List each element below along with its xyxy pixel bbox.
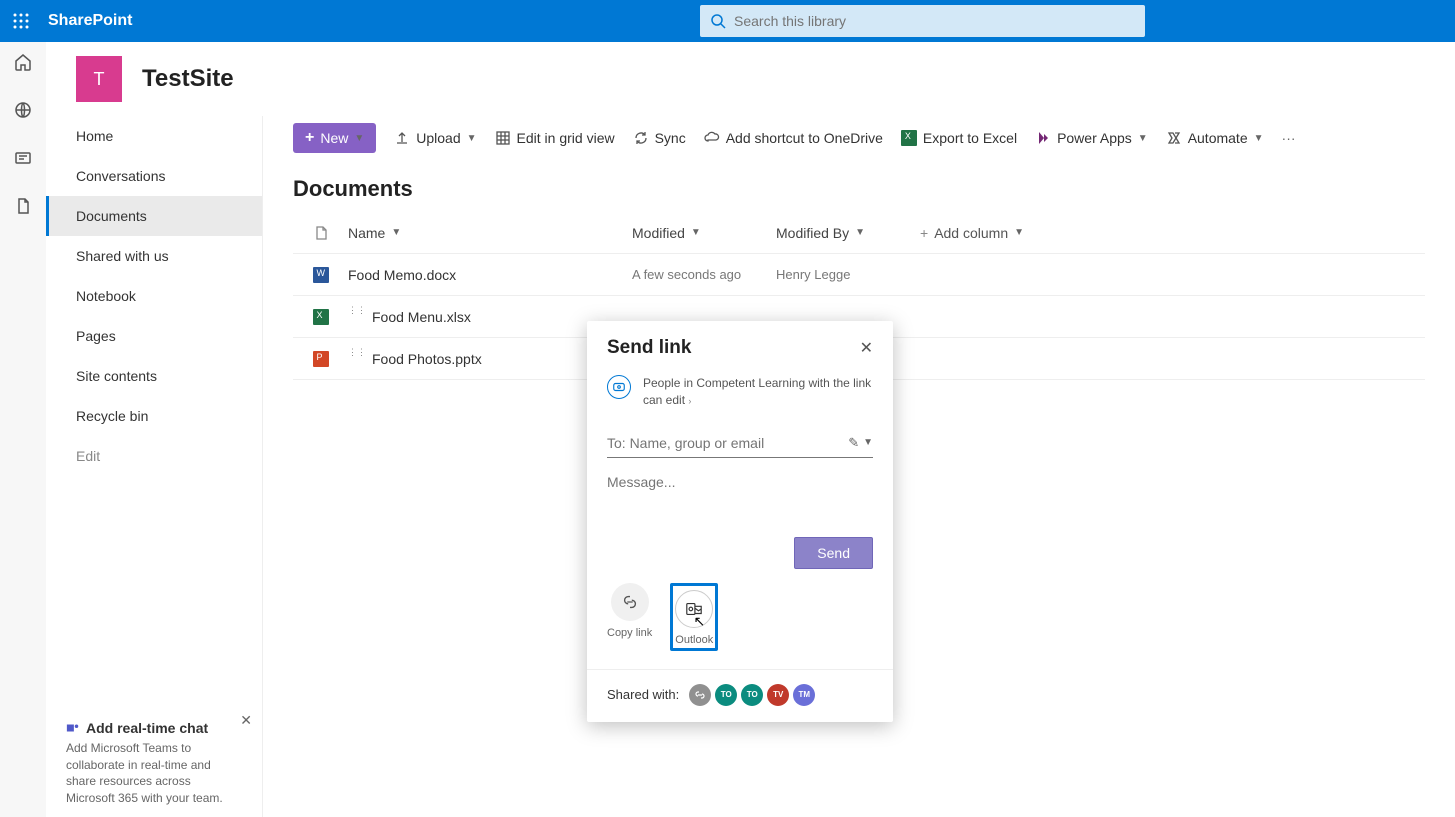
upload-button[interactable]: Upload ▼: [394, 130, 476, 146]
home-icon[interactable]: [13, 52, 33, 72]
onedrive-icon: [704, 130, 720, 146]
col-modifiedby-header[interactable]: Modified By ▼: [776, 225, 920, 241]
avatar[interactable]: TO: [741, 684, 763, 706]
link-icon: [621, 593, 639, 611]
col-name-header[interactable]: Name ▼: [348, 225, 632, 241]
chevron-down-icon: ▼: [391, 227, 401, 238]
chevron-right-icon: ›: [688, 396, 691, 406]
teams-promo: ✕ Add real-time chat Add Microsoft Teams…: [46, 710, 262, 817]
grid-icon: [495, 130, 511, 146]
shared-with-label: Shared with:: [607, 687, 679, 702]
avatar[interactable]: TM: [793, 684, 815, 706]
left-rail: [0, 42, 46, 817]
sidenav-item-recycle[interactable]: Recycle bin: [46, 396, 262, 436]
chevron-down-icon: ▼: [691, 227, 701, 238]
promo-title: Add real-time chat: [86, 720, 208, 736]
send-link-dialog: Send link ✕ People in Competent Learning…: [587, 321, 893, 722]
message-input[interactable]: [607, 474, 873, 524]
upload-icon: [394, 130, 410, 146]
close-icon[interactable]: ✕: [860, 338, 873, 358]
avatar[interactable]: TV: [767, 684, 789, 706]
search-icon: [710, 13, 726, 29]
chevron-down-icon: ▼: [467, 133, 477, 144]
sidenav-item-home[interactable]: Home: [46, 116, 262, 156]
sidenav-item-edit[interactable]: Edit: [46, 436, 262, 476]
dialog-title: Send link: [607, 337, 860, 359]
site-logo[interactable]: T: [76, 56, 122, 102]
sidenav-item-site-contents[interactable]: Site contents: [46, 356, 262, 396]
sidenav-item-conversations[interactable]: Conversations: [46, 156, 262, 196]
chevron-down-icon: ▼: [1138, 133, 1148, 144]
suite-header: SharePoint: [0, 0, 1455, 42]
outlook-button[interactable]: Outlook ↖: [670, 583, 718, 651]
search-input[interactable]: [734, 13, 1135, 29]
teams-icon: [66, 721, 80, 735]
files-icon[interactable]: [13, 196, 33, 216]
promo-body: Add Microsoft Teams to collaborate in re…: [66, 740, 242, 807]
new-label: New: [320, 130, 348, 146]
brand-label[interactable]: SharePoint: [48, 12, 132, 30]
sync-button[interactable]: Sync: [633, 130, 686, 146]
close-icon[interactable]: ✕: [240, 712, 252, 729]
globe-icon[interactable]: [13, 100, 33, 120]
send-button[interactable]: Send: [794, 537, 873, 569]
new-button[interactable]: + New ▼: [293, 123, 376, 153]
export-excel-button[interactable]: Export to Excel: [901, 130, 1017, 146]
sidenav-item-notebook[interactable]: Notebook: [46, 276, 262, 316]
chevron-down-icon[interactable]: ▼: [863, 437, 873, 448]
chevron-down-icon: ▼: [354, 133, 364, 144]
side-nav: Home Conversations Documents Shared with…: [46, 116, 263, 817]
edit-grid-button[interactable]: Edit in grid view: [495, 130, 615, 146]
add-column-button[interactable]: + Add column ▼: [920, 225, 1425, 241]
site-header: T TestSite: [46, 42, 1455, 116]
cursor-icon: ↖: [694, 613, 706, 630]
chevron-down-icon: ▼: [1254, 133, 1264, 144]
sidenav-item-pages[interactable]: Pages: [46, 316, 262, 356]
excel-icon: [901, 130, 917, 146]
power-apps-button[interactable]: Power Apps ▼: [1035, 130, 1148, 146]
sidenav-item-shared[interactable]: Shared with us: [46, 236, 262, 276]
more-button[interactable]: ···: [1282, 130, 1296, 146]
sidenav-item-documents[interactable]: Documents: [46, 196, 262, 236]
edit-icon[interactable]: ✎: [848, 435, 859, 451]
recipient-input[interactable]: [607, 435, 848, 451]
people-icon: [607, 375, 631, 399]
shared-avatars[interactable]: TO TO TV TM: [689, 684, 815, 706]
powerapps-icon: [1035, 130, 1051, 146]
excel-icon: [313, 309, 329, 325]
library-title: Documents: [263, 160, 1455, 212]
sync-icon: [633, 130, 649, 146]
file-icon: [313, 225, 329, 241]
chevron-down-icon: ▼: [855, 227, 865, 238]
powerpoint-icon: [313, 351, 329, 367]
automate-button[interactable]: Automate ▼: [1166, 130, 1264, 146]
avatar[interactable]: [689, 684, 711, 706]
chevron-down-icon: ▼: [1014, 227, 1024, 238]
new-indicator-icon: ⋮⋮: [348, 347, 366, 358]
word-icon: [313, 267, 329, 283]
app-launcher-icon[interactable]: [0, 0, 42, 42]
search-box[interactable]: [700, 5, 1145, 37]
table-row[interactable]: Food Memo.docx A few seconds ago Henry L…: [293, 254, 1425, 296]
command-bar: + New ▼ Upload ▼ Edit in grid view Sync: [263, 116, 1455, 160]
new-indicator-icon: ⋮⋮: [348, 305, 366, 316]
site-title[interactable]: TestSite: [142, 65, 234, 93]
avatar[interactable]: TO: [715, 684, 737, 706]
add-shortcut-button[interactable]: Add shortcut to OneDrive: [704, 130, 883, 146]
copy-link-button[interactable]: Copy link: [607, 583, 652, 651]
automate-icon: [1166, 130, 1182, 146]
news-icon[interactable]: [13, 148, 33, 168]
col-modified-header[interactable]: Modified ▼: [632, 225, 776, 241]
link-scope-button[interactable]: People in Competent Learning with the li…: [587, 369, 893, 423]
